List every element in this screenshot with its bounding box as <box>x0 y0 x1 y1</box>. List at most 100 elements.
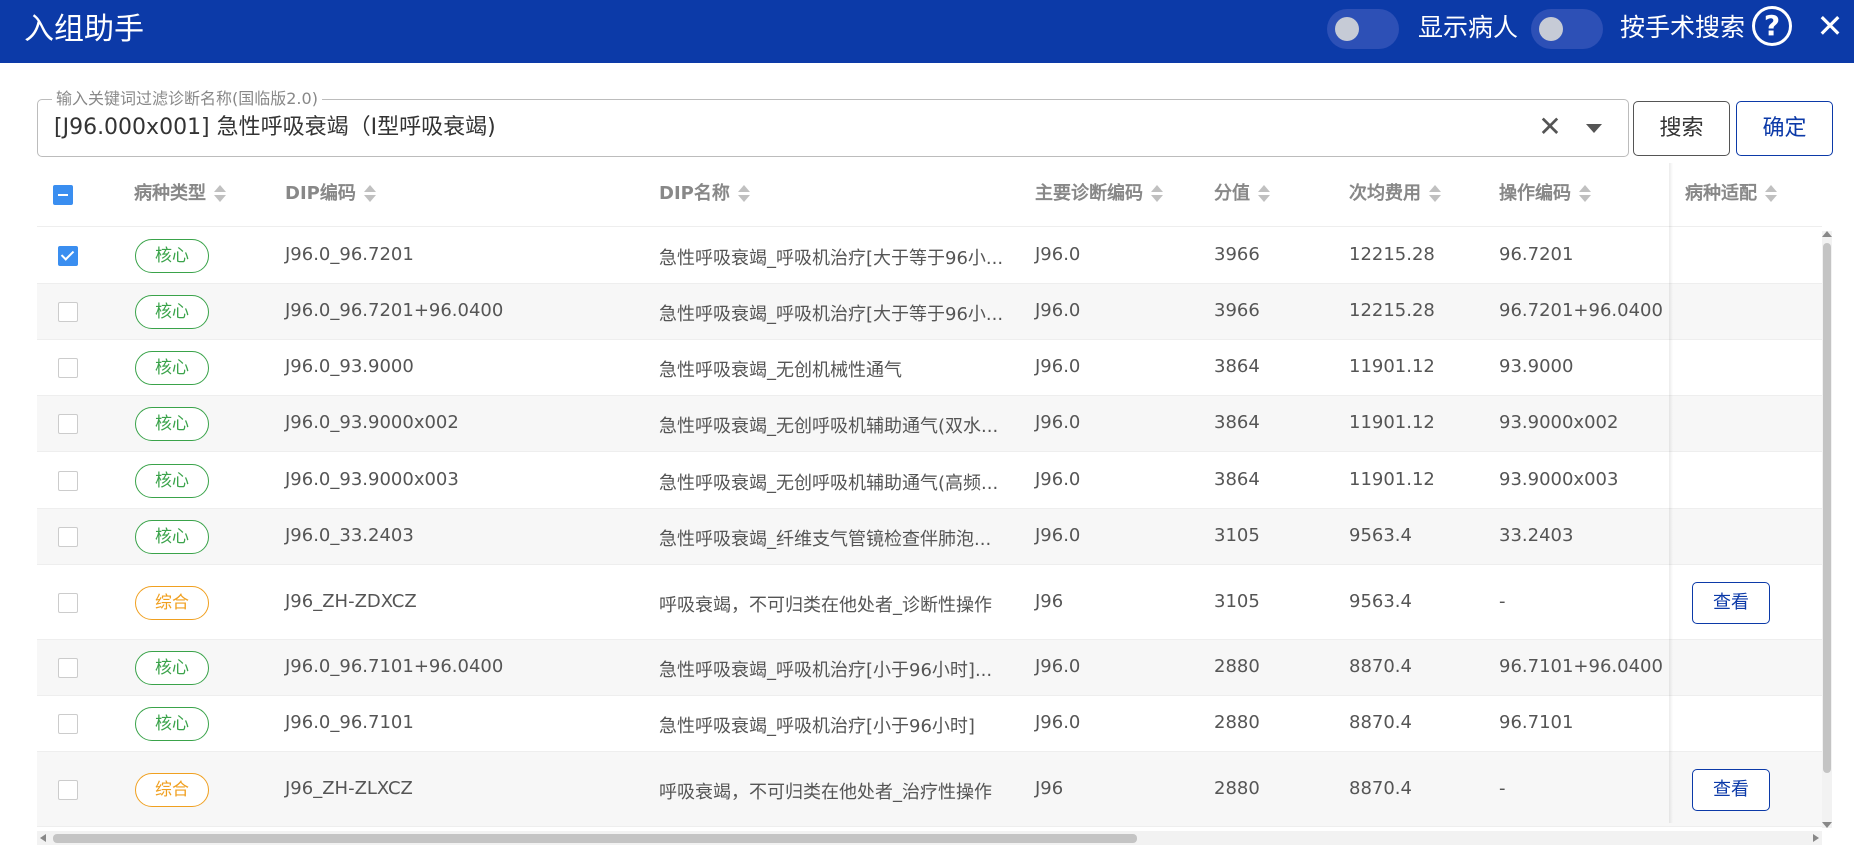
confirm-button[interactable]: 确定 <box>1736 101 1833 156</box>
row-checkbox[interactable] <box>58 779 78 800</box>
view-button[interactable]: 查看 <box>1692 581 1770 624</box>
dip-name-cell: 急性呼吸衰竭_无创呼吸机辅助通气(高频... <box>659 472 999 494</box>
row-checkbox[interactable] <box>58 358 78 378</box>
scroll-right-icon[interactable] <box>1813 834 1819 842</box>
table-row[interactable]: 核心 J96.0_96.7201 急性呼吸衰竭_呼吸机治疗[大于等于96小... J9… <box>37 227 1822 284</box>
sort-icon[interactable] <box>1258 184 1270 204</box>
table-row[interactable]: 核心 J96.0_96.7101+96.0400 急性呼吸衰竭_呼吸机治疗[小于96… <box>37 640 1822 696</box>
table-row[interactable]: 综合 J96_ZH-ZDXCZ 呼吸衰竭，不可归类在他处者_诊断性操作 J96 3105… <box>37 565 1822 640</box>
sort-icon[interactable] <box>1765 184 1777 204</box>
col-op-code[interactable]: 操作编码 <box>1499 181 1591 207</box>
scroll-down-icon[interactable] <box>1822 822 1832 828</box>
question-circle-icon[interactable]: ? <box>1752 6 1792 46</box>
dip-code-cell: J96.0_96.7101+96.0400 <box>285 656 504 677</box>
dip-code-cell: J96_ZH-ZDXCZ <box>285 590 417 612</box>
select-all-checkbox[interactable] <box>53 185 73 205</box>
avg-cost-cell: 9563.4 <box>1349 590 1412 612</box>
scroll-left-icon[interactable] <box>40 834 46 842</box>
dip-name-cell: 急性呼吸衰竭_无创机械性通气 <box>659 360 902 381</box>
sort-icon[interactable] <box>1579 184 1591 204</box>
scroll-up-icon[interactable] <box>1822 231 1832 237</box>
toggle-knob <box>1335 17 1359 41</box>
op-code-cell: 93.9000 <box>1499 356 1574 377</box>
disease-type-tag: 核心 <box>135 463 209 498</box>
dialog-title: 入组助手 <box>24 12 144 47</box>
main-diag-code-cell: J96.0 <box>1035 356 1081 377</box>
table-header: 病种类型 DIP编码 DIP名称 主要诊断编码 分值 次均费用 操作编码 病种适… <box>37 163 1822 227</box>
col-avg-cost[interactable]: 次均费用 <box>1349 181 1441 207</box>
search-by-surgery-toggle[interactable] <box>1531 9 1603 49</box>
sort-icon[interactable] <box>737 184 750 204</box>
main-diag-code-cell: J96 <box>1035 590 1064 612</box>
avg-cost-cell: 12215.28 <box>1349 300 1435 321</box>
score-cell: 3966 <box>1214 300 1260 321</box>
op-code-cell: - <box>1499 590 1506 612</box>
disease-type-tag: 综合 <box>135 585 209 620</box>
table-row[interactable]: 核心 J96.0_93.9000x002 急性呼吸衰竭_无创呼吸机辅助通气(双水..… <box>37 396 1822 452</box>
row-checkbox[interactable] <box>58 592 78 613</box>
vertical-scroll-thumb[interactable] <box>1823 243 1831 773</box>
avg-cost-cell: 8870.4 <box>1349 712 1412 733</box>
horizontal-scroll-thumb[interactable] <box>53 834 1137 843</box>
search-button[interactable]: 搜索 <box>1633 101 1730 156</box>
disease-type-tag: 核心 <box>135 707 209 741</box>
sort-icon[interactable] <box>1151 184 1163 204</box>
col-disease-type[interactable]: 病种类型 <box>134 181 226 207</box>
row-checkbox[interactable] <box>58 527 78 547</box>
col-main-diag-code[interactable]: 主要诊断编码 <box>1035 181 1163 207</box>
filter-legend: 输入关键词过滤诊断名称(国临版2.0) <box>52 89 322 109</box>
main-diag-code-cell: J96 <box>1035 777 1064 799</box>
table-row[interactable]: 核心 J96.0_96.7201+96.0400 急性呼吸衰竭_呼吸机治疗[大于等于… <box>37 284 1822 340</box>
view-button[interactable]: 查看 <box>1692 768 1770 811</box>
dip-table: 病种类型 DIP编码 DIP名称 主要诊断编码 分值 次均费用 操作编码 病种适… <box>37 163 1822 827</box>
sort-icon[interactable] <box>1429 184 1441 204</box>
avg-cost-cell: 8870.4 <box>1349 777 1412 799</box>
score-cell: 3966 <box>1214 243 1260 265</box>
dialog-header: 入组助手 显示病人 按手术搜索 ? ✕ <box>0 0 1854 63</box>
row-checkbox[interactable] <box>58 302 78 322</box>
avg-cost-cell: 11901.12 <box>1349 356 1435 377</box>
toggle-knob <box>1539 17 1563 41</box>
dip-code-cell: J96.0_93.9000 <box>285 356 414 377</box>
col-match[interactable]: 病种适配 <box>1685 181 1777 207</box>
score-cell: 3864 <box>1214 356 1260 377</box>
dip-code-cell: J96.0_33.2403 <box>285 525 414 546</box>
col-dip-code[interactable]: DIP编码 <box>285 181 376 207</box>
vertical-scrollbar[interactable] <box>1822 231 1832 828</box>
filter-value[interactable]: [J96.000x001] 急性呼吸衰竭（I型呼吸衰竭) <box>54 113 496 143</box>
table-row[interactable]: 核心 J96.0_93.9000x003 急性呼吸衰竭_无创呼吸机辅助通气(高频..… <box>37 452 1822 509</box>
show-patient-toggle[interactable] <box>1327 9 1399 49</box>
score-cell: 3105 <box>1214 590 1260 612</box>
close-icon[interactable]: ✕ <box>1812 6 1848 46</box>
clear-icon[interactable]: ✕ <box>1535 110 1565 144</box>
row-checkbox[interactable] <box>58 414 78 434</box>
fixed-column-shadow <box>1669 163 1673 823</box>
sort-icon[interactable] <box>214 184 226 204</box>
score-cell: 3864 <box>1214 412 1260 433</box>
op-code-cell: - <box>1499 777 1506 799</box>
diagnosis-filter-select[interactable]: 输入关键词过滤诊断名称(国临版2.0) [J96.000x001] 急性呼吸衰竭… <box>37 89 1629 157</box>
disease-type-tag: 综合 <box>135 772 209 807</box>
dip-code-cell: J96.0_96.7101 <box>285 712 414 733</box>
dip-name-cell: 呼吸衰竭，不可归类在他处者_诊断性操作 <box>659 594 992 616</box>
table-row[interactable]: 核心 J96.0_33.2403 急性呼吸衰竭_纤维支气管镜检查伴肺泡... J96.… <box>37 509 1822 565</box>
main-diag-code-cell: J96.0 <box>1035 712 1081 733</box>
horizontal-scrollbar[interactable] <box>37 831 1822 845</box>
table-row[interactable]: 核心 J96.0_93.9000 急性呼吸衰竭_无创机械性通气 J96.0 3864 11… <box>37 340 1822 396</box>
op-code-cell: 96.7201 <box>1499 243 1574 265</box>
row-checkbox[interactable] <box>58 714 78 734</box>
avg-cost-cell: 9563.4 <box>1349 525 1412 546</box>
dip-code-cell: J96.0_93.9000x002 <box>285 412 459 433</box>
chevron-down-icon[interactable] <box>1586 124 1602 133</box>
col-score[interactable]: 分值 <box>1214 181 1270 207</box>
sort-icon[interactable] <box>363 184 376 204</box>
row-checkbox[interactable] <box>58 470 78 491</box>
score-cell: 2880 <box>1214 712 1260 733</box>
row-checkbox[interactable] <box>58 658 78 678</box>
disease-type-tag: 核心 <box>135 295 209 329</box>
row-checkbox[interactable] <box>58 245 78 266</box>
col-dip-name[interactable]: DIP名称 <box>659 181 750 207</box>
table-row[interactable]: 综合 J96_ZH-ZLXCZ 呼吸衰竭，不可归类在他处者_治疗性操作 J96 2880… <box>37 752 1822 827</box>
table-row[interactable]: 核心 J96.0_96.7101 急性呼吸衰竭_呼吸机治疗[小于96小时] J96.0… <box>37 696 1822 752</box>
avg-cost-cell: 12215.28 <box>1349 243 1435 265</box>
